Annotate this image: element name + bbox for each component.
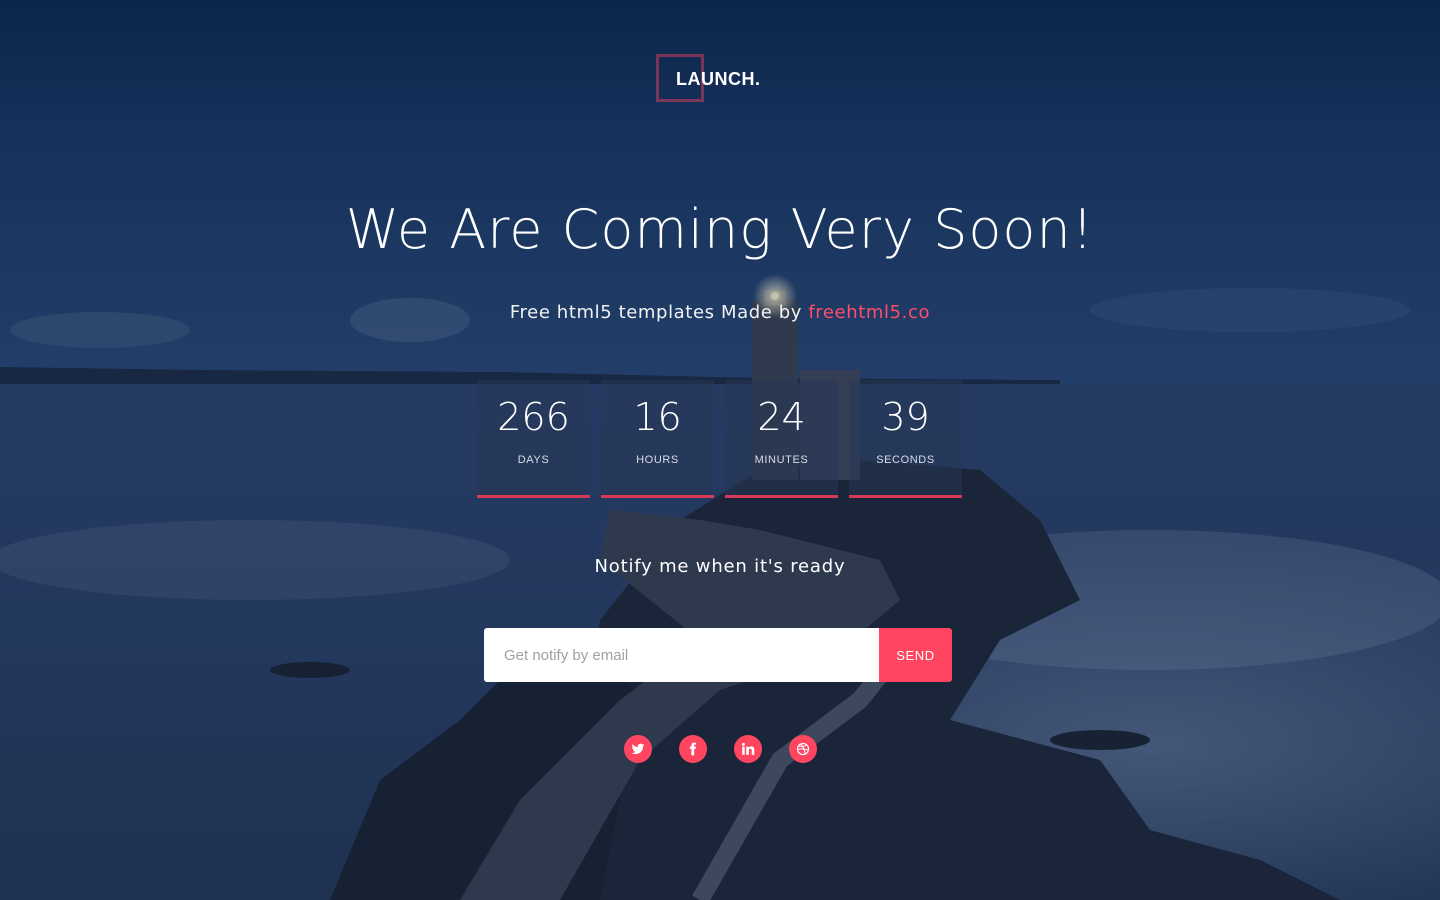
countdown-seconds: 39 SECONDS [849, 380, 962, 498]
logo-text: LAUNCH. [676, 69, 761, 89]
countdown-value: 39 [881, 395, 930, 439]
countdown-label: DAYS [517, 454, 550, 466]
main-content: LAUNCH. We Are Coming Very Soon! Free ht… [0, 0, 1440, 900]
twitter-link[interactable] [624, 735, 652, 763]
linkedin-link[interactable] [734, 735, 762, 763]
countdown-label: HOURS [636, 454, 679, 466]
social-links [624, 735, 817, 763]
dribbble-icon [796, 742, 810, 756]
notify-heading: Notify me when it's ready [594, 556, 846, 577]
twitter-icon [631, 743, 645, 755]
countdown-label: MINUTES [754, 454, 809, 466]
facebook-link[interactable] [679, 735, 707, 763]
linkedin-icon [741, 742, 755, 755]
notify-form: SEND [484, 628, 952, 682]
logo[interactable]: LAUNCH. [0, 54, 1440, 106]
subtitle-text: Free html5 templates Made by [509, 302, 802, 323]
subtitle: Free html5 templates Made by freehtml5.c… [0, 302, 1440, 323]
countdown-minutes: 24 MINUTES [725, 380, 838, 498]
countdown-value: 266 [497, 395, 570, 439]
page-title: We Are Coming Very Soon! [345, 198, 1095, 261]
send-button[interactable]: SEND [879, 628, 952, 682]
email-input[interactable] [484, 628, 879, 682]
page: LAUNCH. We Are Coming Very Soon! Free ht… [0, 0, 1440, 900]
countdown-days: 266 DAYS [477, 380, 590, 498]
dribbble-link[interactable] [789, 735, 817, 763]
countdown-timer: 266 DAYS 16 HOURS 24 MINUTES 39 SECONDS [477, 380, 962, 498]
countdown-label: SECONDS [876, 454, 935, 466]
countdown-hours: 16 HOURS [601, 380, 714, 498]
facebook-icon [689, 742, 697, 756]
countdown-value: 16 [633, 395, 682, 439]
freehtml5-link[interactable]: freehtml5.co [808, 302, 930, 323]
countdown-value: 24 [757, 395, 806, 439]
